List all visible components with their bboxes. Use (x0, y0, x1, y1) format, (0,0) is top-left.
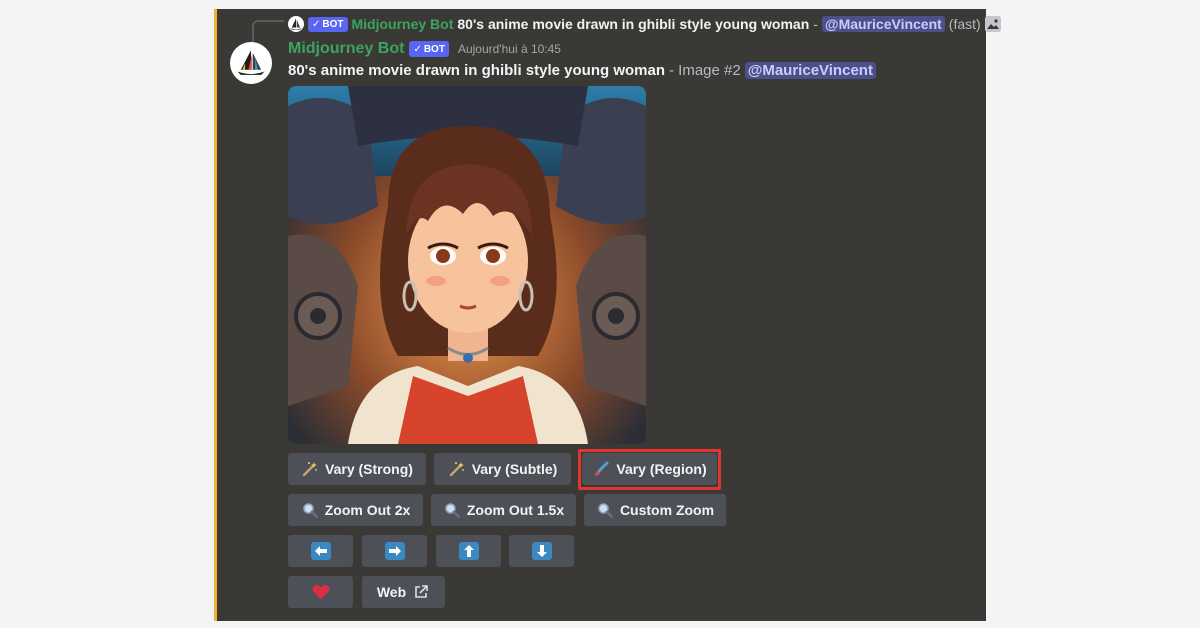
web-button[interactable]: Web (362, 576, 445, 608)
message-content: 80's anime movie drawn in ghibli style y… (288, 62, 876, 79)
vary-subtle-button[interactable]: Vary (Subtle) (434, 453, 571, 485)
magic-wand-icon (301, 460, 319, 478)
magnifier-icon (443, 501, 461, 519)
pan-down-button[interactable] (509, 535, 574, 567)
message-prompt: 80's anime movie drawn in ghibli style y… (288, 62, 665, 79)
magnifier-icon (301, 501, 319, 519)
message-suffix: - Image #2 (669, 62, 741, 79)
magic-wand-icon (448, 460, 466, 478)
author-name[interactable]: Midjourney Bot (288, 40, 404, 58)
reply-mention[interactable]: @MauriceVincent (821, 16, 945, 32)
reply-separator: - (813, 16, 818, 32)
vary-strong-button[interactable]: Vary (Strong) (288, 453, 426, 485)
vary-region-highlight (578, 449, 721, 490)
arrow-right-icon (384, 542, 405, 560)
zoom-out-2x-label: Zoom Out 2x (324, 502, 411, 518)
bot-tag: ✓ BOT (409, 41, 449, 57)
magnifier-icon (596, 501, 614, 519)
pan-up-button[interactable] (436, 535, 501, 567)
vary-subtle-label: Vary (Subtle) (471, 461, 558, 477)
verified-check-icon: ✓ (413, 43, 422, 55)
generated-image[interactable] (288, 86, 646, 444)
bot-avatar-small[interactable] (288, 16, 304, 32)
pan-right-button[interactable] (362, 535, 427, 567)
timestamp[interactable]: Aujourd'hui à 10:45 (458, 42, 561, 56)
arrow-up-icon (458, 542, 479, 560)
bot-avatar[interactable] (230, 42, 272, 84)
zoom-out-1-5x-label: Zoom Out 1.5x (466, 502, 565, 518)
custom-zoom-button[interactable]: Custom Zoom (584, 494, 726, 526)
zoom-out-1-5x-button[interactable]: Zoom Out 1.5x (431, 494, 576, 526)
image-icon[interactable] (984, 16, 1001, 32)
arrow-down-icon (531, 542, 552, 560)
verified-check-icon: ✓ (312, 18, 321, 30)
custom-zoom-label: Custom Zoom (619, 502, 715, 518)
message-header: Midjourney Bot ✓ BOT Aujourd'hui à 10:45 (288, 40, 561, 58)
vary-strong-label: Vary (Strong) (325, 461, 413, 477)
web-label: Web (376, 584, 407, 600)
arrow-left-icon (310, 542, 331, 560)
favorite-button[interactable] (288, 576, 353, 608)
zoom-out-2x-button[interactable]: Zoom Out 2x (288, 494, 423, 526)
external-link-icon (412, 583, 430, 601)
reply-speed: (fast) (948, 16, 981, 32)
heart-icon (312, 583, 330, 601)
message-mention[interactable]: @MauriceVincent (744, 62, 876, 79)
pan-left-button[interactable] (288, 535, 353, 567)
reply-connector (252, 20, 284, 42)
reply-bot-name[interactable]: Midjourney Bot (352, 16, 454, 32)
bot-tag: ✓ BOT (308, 16, 348, 32)
reply-reference[interactable]: ✓ BOT Midjourney Bot 80's anime movie dr… (288, 14, 1001, 34)
reply-prompt: 80's anime movie drawn in ghibli style y… (457, 16, 810, 32)
